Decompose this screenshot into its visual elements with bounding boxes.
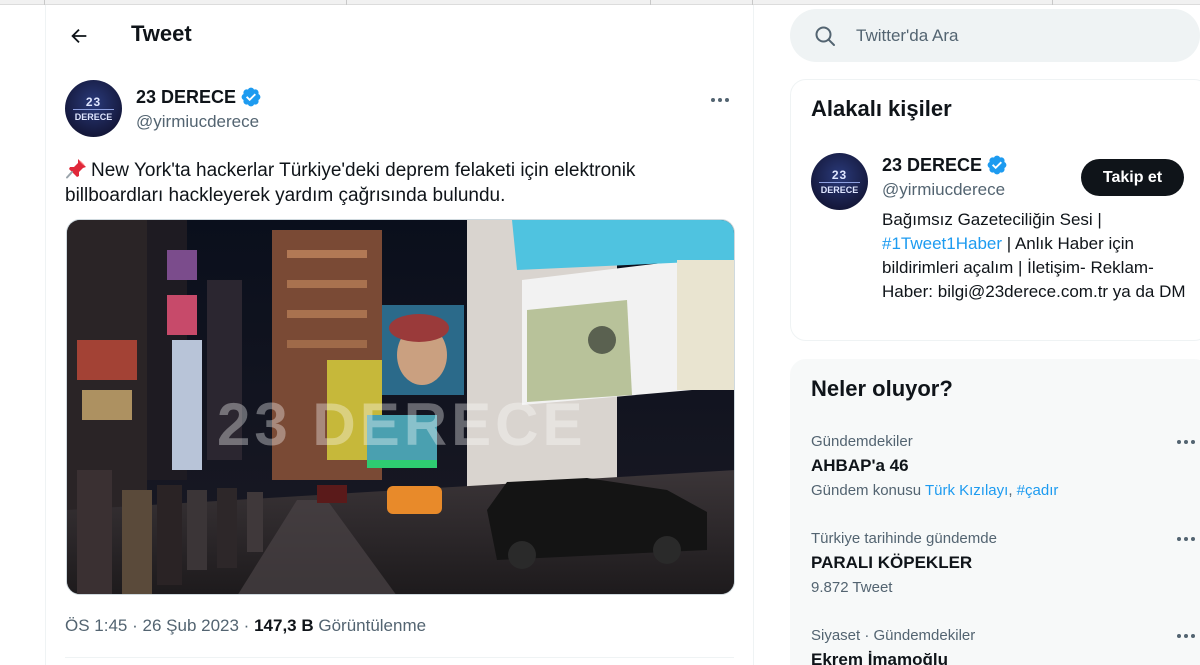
person-name-row: 23 DERECE bbox=[882, 154, 1008, 176]
tweet-column: Tweet 23 DERECE 23 DERECE @yirmiucderece bbox=[45, 5, 754, 665]
verified-badge-icon bbox=[241, 87, 261, 107]
tweet-header: Tweet bbox=[46, 5, 753, 63]
more-dots-icon bbox=[1177, 634, 1195, 638]
person-handle[interactable]: @yirmiucderece bbox=[882, 180, 1005, 200]
trend-more-button[interactable] bbox=[1171, 432, 1200, 452]
arrow-left-icon bbox=[71, 28, 87, 44]
more-dots-icon bbox=[711, 98, 729, 102]
tweet-meta: ÖS 1:45 · 26 Şub 2023 · 147,3 B Görüntül… bbox=[65, 616, 426, 636]
search-icon bbox=[815, 26, 835, 46]
person-bio: Bağımsız Gazeteciliğin Sesi | #1Tweet1Ha… bbox=[882, 210, 1186, 301]
related-people-card: Alakalı kişiler 23 DERECE 23 DERECE @yir… bbox=[790, 79, 1200, 341]
trends-title: Neler oluyor? bbox=[811, 376, 953, 401]
trend-link[interactable]: #çadır bbox=[1017, 482, 1059, 499]
page-title: Tweet bbox=[131, 21, 192, 46]
trend-link[interactable]: Türk Kızılayı bbox=[925, 482, 1008, 499]
trends-card: Neler oluyor? Gündemdekiler AHBAP'a 46 G… bbox=[790, 359, 1200, 665]
search-box[interactable] bbox=[790, 9, 1200, 62]
tweet-text-content: New York'ta hackerlar Türkiye'deki depre… bbox=[65, 160, 636, 206]
verified-badge-icon bbox=[987, 155, 1007, 175]
tweet-author: 23 DERECE 23 DERECE @yirmiucderece bbox=[65, 80, 735, 140]
tweet-video[interactable]: 23 DERECE bbox=[66, 219, 735, 595]
more-dots-icon bbox=[1177, 537, 1195, 541]
more-dots-icon bbox=[1177, 440, 1195, 444]
svg-text:DERECE: DERECE bbox=[821, 185, 859, 195]
views-count: 147,3 B bbox=[254, 616, 314, 635]
tweet-more-button[interactable] bbox=[705, 88, 735, 112]
trend-more-button[interactable] bbox=[1171, 626, 1200, 646]
search-input[interactable] bbox=[856, 23, 1176, 49]
views-label: Görüntülenme bbox=[318, 616, 427, 635]
trend-title: Ekrem İmamoğlu bbox=[811, 650, 948, 665]
media-watermark: 23 DERECE bbox=[217, 391, 586, 458]
person-avatar[interactable]: 23 DERECE bbox=[811, 153, 868, 210]
meta-separator: · bbox=[132, 616, 138, 635]
trend-subtitle: Gündem konusu Türk Kızılayı, #çadır bbox=[811, 482, 1059, 499]
avatar-text-bottom: DERECE bbox=[75, 112, 113, 122]
trend-subtitle: 9.872 Tweet bbox=[811, 579, 893, 596]
person-name[interactable]: 23 DERECE bbox=[882, 155, 982, 176]
svg-text:23: 23 bbox=[832, 168, 847, 182]
bio-hashtag-link[interactable]: #1Tweet1Haber bbox=[882, 234, 1002, 253]
tweet-date[interactable]: 26 Şub 2023 bbox=[143, 616, 239, 635]
tweet-text: New York'ta hackerlar Türkiye'deki depre… bbox=[65, 157, 725, 208]
trend-context: Siyaset · Gündemdekiler bbox=[811, 627, 976, 644]
author-handle[interactable]: @yirmiucderece bbox=[136, 112, 259, 132]
trend-item[interactable]: Siyaset · Gündemdekiler Ekrem İmamoğlu bbox=[811, 626, 1195, 665]
trend-context: Gündemdekiler bbox=[811, 433, 913, 450]
back-button[interactable] bbox=[62, 19, 96, 53]
trend-context: Türkiye tarihinde gündemde bbox=[811, 530, 997, 547]
trend-item[interactable]: Türkiye tarihinde gündemde PARALI KÖPEKL… bbox=[811, 529, 1195, 598]
meta-separator-2: · bbox=[243, 616, 250, 635]
avatar-text-top: 23 bbox=[86, 95, 101, 109]
tweet-time[interactable]: ÖS 1:45 bbox=[65, 616, 127, 635]
trend-item[interactable]: Gündemdekiler AHBAP'a 46 Gündem konusu T… bbox=[811, 432, 1195, 501]
times-square-video-frame: 23 DERECE bbox=[67, 220, 734, 594]
author-name[interactable]: 23 DERECE bbox=[136, 87, 236, 108]
related-people-title: Alakalı kişiler bbox=[811, 96, 952, 121]
author-name-row: 23 DERECE bbox=[136, 86, 262, 108]
divider bbox=[65, 657, 734, 658]
follow-button[interactable]: Takip et bbox=[1081, 159, 1184, 196]
trend-title: PARALI KÖPEKLER bbox=[811, 553, 973, 572]
trend-more-button[interactable] bbox=[1171, 529, 1200, 549]
pushpin-icon bbox=[66, 159, 86, 179]
trend-title: AHBAP'a 46 bbox=[811, 456, 909, 475]
author-avatar[interactable]: 23 DERECE bbox=[65, 80, 122, 137]
